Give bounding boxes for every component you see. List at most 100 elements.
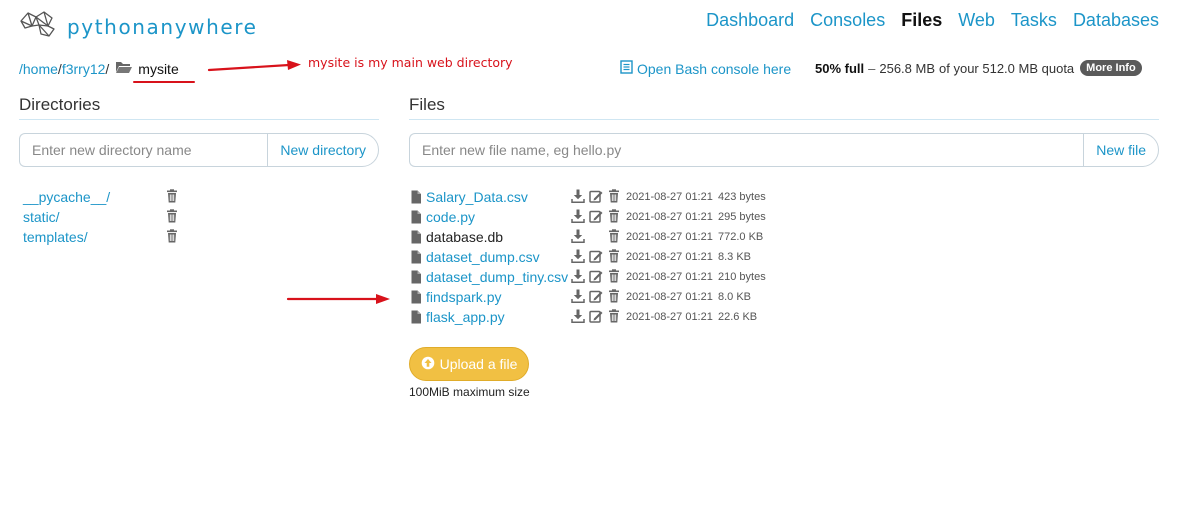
download-icon[interactable] — [571, 229, 585, 246]
upload-arrow-circle-icon — [421, 356, 435, 373]
upload-file-button[interactable]: Upload a file — [409, 347, 529, 381]
logo[interactable]: pythonanywhere — [19, 9, 258, 44]
file-actions — [571, 208, 626, 226]
nav-consoles[interactable]: Consoles — [810, 10, 885, 31]
download-icon[interactable] — [571, 309, 585, 326]
file-modified-date: 2021-08-27 01:21 — [626, 271, 713, 283]
edit-icon[interactable] — [589, 289, 603, 306]
file-link[interactable]: flask_app.py — [426, 309, 571, 325]
edit-icon[interactable] — [589, 269, 603, 286]
file-size: 8.3 KB — [718, 251, 752, 263]
new-file-input[interactable]: Enter new file name, eg hello.py — [409, 133, 1084, 167]
directory-link[interactable]: __pycache__/ — [19, 189, 165, 205]
directory-link[interactable]: static/ — [19, 209, 165, 225]
file-link[interactable]: code.py — [426, 209, 571, 225]
new-file-group: Enter new file name, eg hello.py New fil… — [409, 133, 1159, 167]
trash-icon[interactable] — [607, 188, 621, 206]
file-icon — [409, 190, 426, 204]
nav-web[interactable]: Web — [958, 10, 995, 31]
annotation-arrow-right-icon — [207, 60, 301, 72]
file-link[interactable]: Salary_Data.csv — [426, 189, 571, 205]
file-size: 210 bytes — [718, 271, 766, 283]
python-snake-logo-icon — [19, 9, 59, 44]
quota-percent: 50% full — [815, 60, 865, 76]
list-item: findspark.py 2021-08-27 01:21 8.0 KB — [409, 287, 766, 307]
nav-files[interactable]: Files — [901, 10, 942, 31]
file-link[interactable]: dataset_dump.csv — [426, 249, 571, 265]
trash-icon[interactable] — [165, 228, 179, 246]
list-item: database.db 2021-08-27 01:21 772.0 KB — [409, 227, 766, 247]
edit-icon[interactable] — [589, 189, 603, 206]
breadcrumb-current: mysite — [115, 60, 179, 77]
new-directory-input[interactable]: Enter new directory name — [19, 133, 268, 167]
file-actions — [571, 268, 626, 286]
quota-total: of your 512.0 MB quota — [939, 60, 1075, 76]
file-link[interactable]: dataset_dump_tiny.csv — [426, 269, 571, 285]
file-modified-date: 2021-08-27 01:21 — [626, 251, 713, 263]
file-modified-date: 2021-08-27 01:21 — [626, 311, 713, 323]
trash-icon[interactable] — [165, 188, 179, 206]
quota-dash: – — [868, 60, 876, 76]
file-link[interactable]: findspark.py — [426, 289, 571, 305]
download-icon[interactable] — [571, 289, 585, 306]
directory-link[interactable]: templates/ — [19, 229, 165, 245]
main-nav: Dashboard Consoles Files Web Tasks Datab… — [706, 10, 1159, 31]
trash-icon[interactable] — [607, 208, 621, 226]
file-icon — [409, 250, 426, 264]
nav-tasks[interactable]: Tasks — [1011, 10, 1057, 31]
annotation-text: mysite is my main web directory — [308, 55, 513, 70]
nav-databases[interactable]: Databases — [1073, 10, 1159, 31]
file-icon — [409, 270, 426, 284]
download-icon[interactable] — [571, 249, 585, 266]
breadcrumb-user[interactable]: f3rry12 — [62, 61, 106, 77]
new-file-button[interactable]: New file — [1083, 133, 1159, 167]
file-modified-date: 2021-08-27 01:21 — [626, 191, 713, 203]
trash-icon[interactable] — [607, 248, 621, 266]
directories-title: Directories — [19, 95, 101, 114]
directories-divider — [19, 119, 379, 120]
file-actions — [571, 308, 626, 326]
file-icon — [409, 230, 426, 244]
file-list: Salary_Data.csv 2021-08-27 01:21 423 bytes… — [409, 187, 766, 327]
upload-file-label: Upload a file — [439, 356, 518, 372]
list-item: dataset_dump.csv 2021-08-27 01:21 8.3 KB — [409, 247, 766, 267]
file-modified-date: 2021-08-27 01:21 — [626, 211, 713, 223]
list-item: flask_app.py 2021-08-27 01:21 22.6 KB — [409, 307, 766, 327]
download-icon[interactable] — [571, 269, 585, 286]
file-size: 295 bytes — [718, 211, 766, 223]
file-modified-date: 2021-08-27 01:21 — [626, 231, 713, 243]
trash-icon[interactable] — [607, 268, 621, 286]
file-size: 8.0 KB — [718, 291, 752, 303]
upload-size-note: 100MiB maximum size — [409, 385, 530, 399]
edit-icon[interactable] — [589, 249, 603, 266]
new-directory-group: Enter new directory name New directory — [19, 133, 379, 167]
open-bash-console-link[interactable]: Open Bash console here — [620, 60, 791, 77]
list-item: dataset_dump_tiny.csv 2021-08-27 01:21 210… — [409, 267, 766, 287]
disk-quota: 50% full – 256.8 MB of your 512.0 MB quo… — [815, 60, 1142, 76]
console-document-icon — [620, 60, 633, 77]
file-actions — [571, 288, 626, 306]
list-item: templates/ — [19, 227, 179, 247]
file-link: database.db — [426, 229, 504, 245]
trash-icon[interactable] — [607, 228, 621, 246]
more-info-button[interactable]: More Info — [1080, 60, 1142, 76]
download-icon[interactable] — [571, 189, 585, 206]
file-actions — [571, 248, 626, 266]
edit-icon[interactable] — [589, 209, 603, 226]
nav-dashboard[interactable]: Dashboard — [706, 10, 794, 31]
download-icon[interactable] — [571, 209, 585, 226]
quota-used: 256.8 MB — [879, 60, 936, 76]
file-modified-date: 2021-08-27 01:21 — [626, 291, 713, 303]
file-actions — [571, 188, 626, 206]
logo-text: pythonanywhere — [67, 14, 258, 39]
edit-icon[interactable] — [589, 309, 603, 326]
trash-icon[interactable] — [607, 308, 621, 326]
new-directory-button[interactable]: New directory — [267, 133, 379, 167]
list-item: __pycache__/ — [19, 187, 179, 207]
trash-icon[interactable] — [165, 208, 179, 226]
breadcrumb-home[interactable]: /home — [19, 61, 58, 77]
file-size: 423 bytes — [718, 191, 766, 203]
file-icon — [409, 210, 426, 224]
trash-icon[interactable] — [607, 288, 621, 306]
files-divider — [409, 119, 1159, 120]
